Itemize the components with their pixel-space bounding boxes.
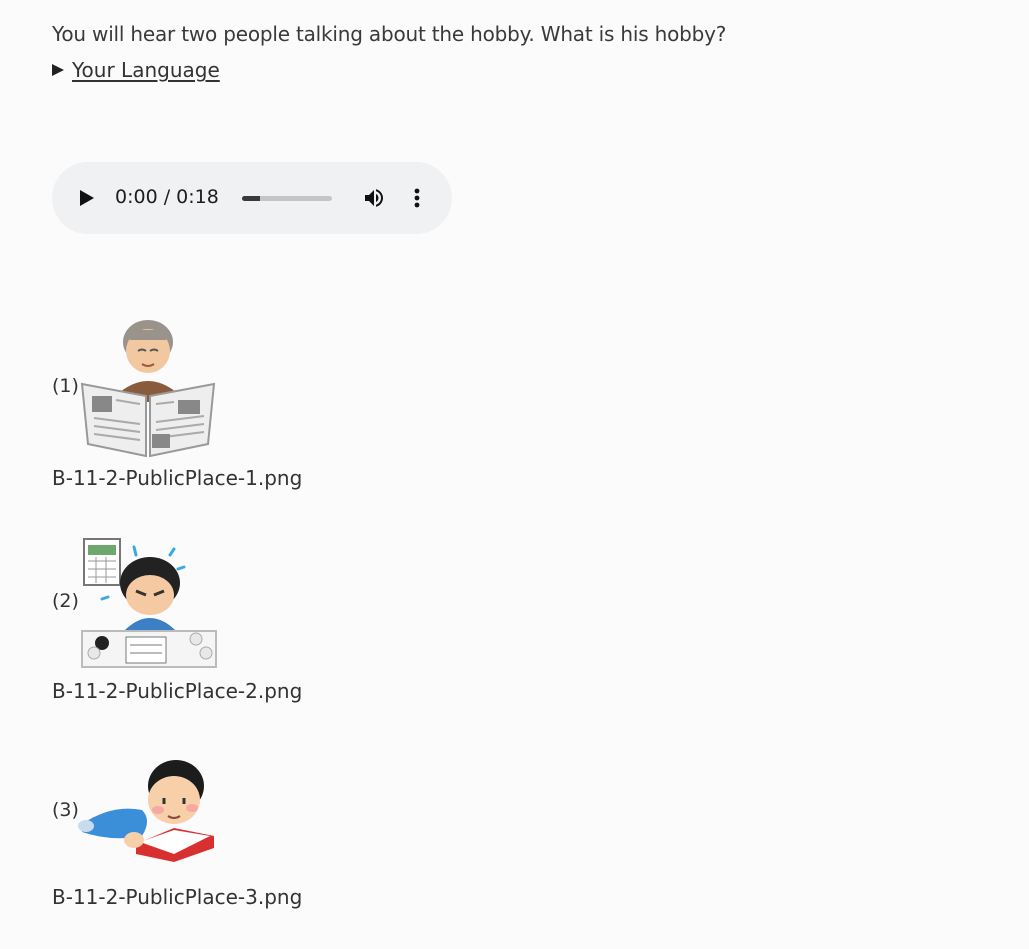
studying-at-desk-icon xyxy=(81,538,217,668)
reading-newspaper-icon xyxy=(80,320,216,458)
audio-progress-fill xyxy=(242,196,260,201)
volume-icon[interactable] xyxy=(362,186,386,210)
your-language-label: Your Language xyxy=(72,58,220,82)
your-language-toggle[interactable]: Your Language xyxy=(52,58,220,82)
disclosure-triangle-icon xyxy=(52,64,64,76)
option-number: (1) xyxy=(52,375,79,397)
option-filename: B-11-2-PublicPlace-2.png xyxy=(52,679,303,703)
option-filename: B-11-2-PublicPlace-1.png xyxy=(52,466,303,490)
more-options-icon[interactable] xyxy=(413,187,421,209)
audio-progress-bar[interactable] xyxy=(242,196,332,201)
option-number: (3) xyxy=(52,799,79,821)
play-icon[interactable] xyxy=(80,190,94,206)
question-text: You will hear two people talking about t… xyxy=(52,22,727,46)
audio-time: 0:00 / 0:18 xyxy=(115,186,219,208)
reading-book-icon xyxy=(78,760,214,862)
audio-player[interactable]: 0:00 / 0:18 xyxy=(52,162,452,234)
option-filename: B-11-2-PublicPlace-3.png xyxy=(52,885,303,909)
option-number: (2) xyxy=(52,590,79,612)
